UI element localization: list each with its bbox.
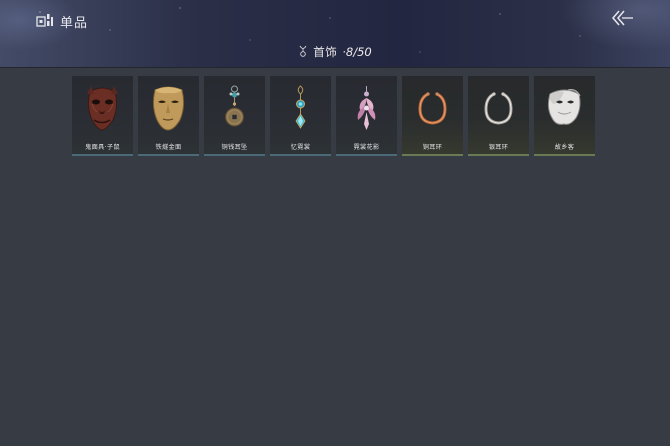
category-header: 首饰 ·8/50 (0, 43, 670, 61)
collection-page: 单品 首饰 ·8/50 鬼面具·子鼠 铁燧金面 铜钱耳坠 忆霓裳 霓裳花影 铜耳… (0, 0, 670, 446)
item-grid: 鬼面具·子鼠 铁燧金面 铜钱耳坠 忆霓裳 霓裳花影 铜耳环 银耳环 故乡客 (72, 76, 595, 156)
flower-pendant-icon (357, 86, 376, 130)
rat-mask-icon (87, 86, 118, 131)
page-title-group: 单品 (36, 11, 88, 31)
item-name: 忆霓裳 (290, 144, 311, 151)
page-title: 单品 (60, 15, 89, 31)
double-chevron-left-icon[interactable] (610, 8, 634, 28)
blue-pendant-icon (295, 85, 306, 129)
white-mask-icon (547, 89, 581, 125)
silver-ring-icon (484, 92, 513, 125)
item-name: 霓裳花影 (353, 144, 380, 151)
item-card[interactable]: 铜耳环 (402, 76, 463, 156)
item-card[interactable]: 鬼面具·子鼠 (72, 76, 133, 156)
category-label: 首饰 (313, 45, 338, 59)
item-card[interactable]: 铁燧金面 (138, 76, 199, 156)
collection-icon (36, 14, 53, 27)
category-count: ·8/50 (342, 45, 372, 59)
item-card[interactable]: 银耳环 (468, 76, 529, 156)
item-name: 铜钱耳坠 (221, 144, 248, 151)
item-name: 铁燧金面 (155, 144, 182, 151)
pendant-icon (299, 45, 307, 57)
copper-ring-icon (418, 92, 447, 125)
gold-mask-icon (152, 86, 185, 131)
coin-earring-icon (225, 85, 244, 127)
item-name: 银耳环 (488, 144, 509, 151)
item-name: 鬼面具·子鼠 (85, 144, 120, 151)
header-divider (0, 67, 670, 68)
item-card[interactable]: 霓裳花影 (336, 76, 397, 156)
item-name: 故乡客 (554, 144, 575, 151)
item-card[interactable]: 故乡客 (534, 76, 595, 156)
item-name: 铜耳环 (422, 144, 443, 151)
item-card[interactable]: 铜钱耳坠 (204, 76, 265, 156)
item-card[interactable]: 忆霓裳 (270, 76, 331, 156)
